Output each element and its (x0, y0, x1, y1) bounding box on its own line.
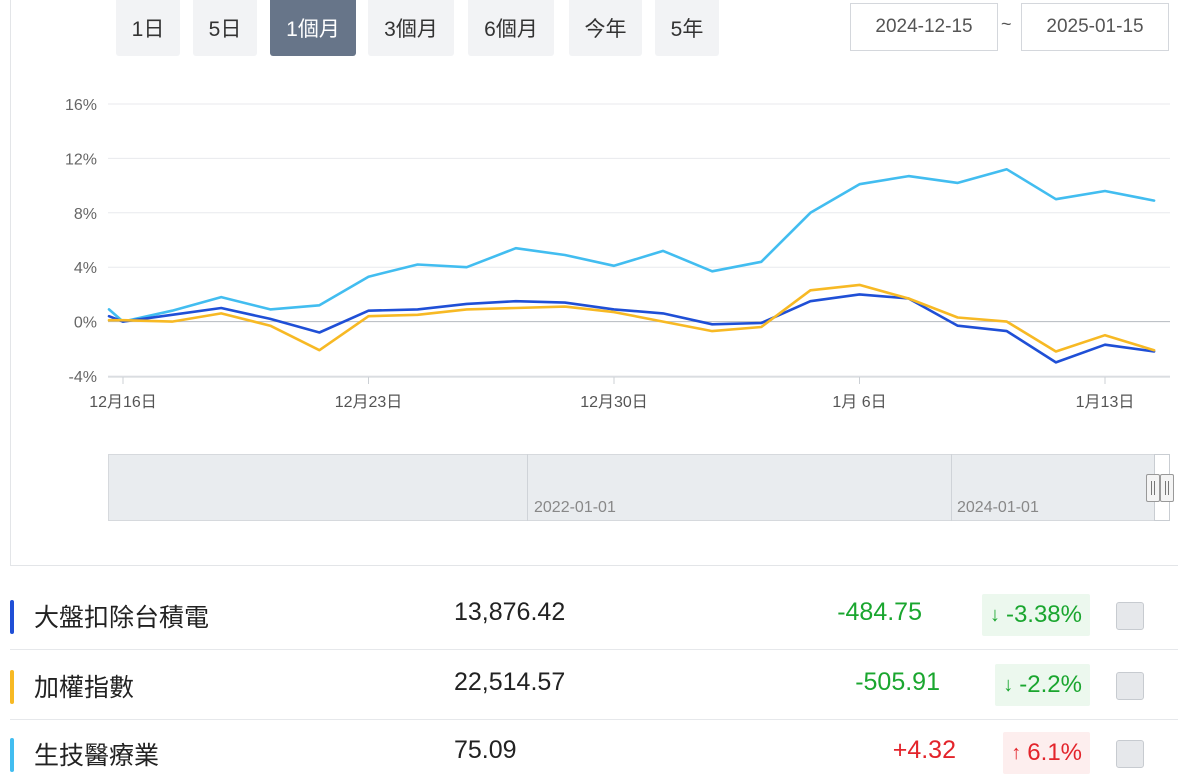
x-tick-label: 12月23日 (335, 394, 403, 411)
x-tick-label: 12月30日 (580, 394, 648, 411)
range-navigator[interactable]: 2022-01-01 2024-01-01 (108, 454, 1174, 521)
index-pct: 6.1% (1027, 739, 1082, 766)
series-toggle-checkbox[interactable] (1116, 672, 1144, 700)
series-color-bar (10, 600, 14, 634)
y-tick-label: 12% (65, 151, 97, 168)
y-tick-label: 4% (74, 260, 97, 277)
navigator-label: 2024-01-01 (957, 499, 1039, 516)
series-line-0 (107, 168, 1156, 323)
x-tick-label: 1月 6日 (832, 394, 886, 411)
index-change: -484.75 (837, 598, 922, 626)
y-tick-label: 16% (65, 97, 97, 114)
x-tick-label: 1月13日 (1076, 394, 1135, 411)
index-pct: -2.2% (1019, 671, 1082, 698)
navigator-label: 2022-01-01 (534, 499, 616, 516)
series-color-bar (10, 670, 14, 704)
index-row-taiex: 加權指數 22,514.57 -505.91 ↓ -2.2% (10, 650, 1178, 720)
index-pct-badge: ↓ -2.2% (995, 664, 1090, 706)
y-tick-label: -4% (69, 369, 97, 386)
index-row-taiex-ex-tsmc: 大盤扣除台積電 13,876.42 -484.75 ↓ -3.38% (10, 580, 1178, 650)
series-line-1 (107, 293, 1156, 364)
arrow-down-icon: ↓ (1003, 673, 1014, 696)
y-tick-label: 0% (74, 315, 97, 332)
index-pct: -3.38% (1005, 601, 1082, 628)
series-toggle-checkbox[interactable] (1116, 740, 1144, 768)
line-chart: 16% 12% 8% 4% 0% -4% 12月16日 12月23日 12月30日 1月 6日 1月… (65, 97, 1170, 411)
index-pct-badge: ↓ -3.38% (981, 594, 1090, 636)
index-row-biotech: 生技醫療業 75.09 +4.32 ↑ 6.1% (10, 718, 1178, 779)
index-change: -505.91 (855, 668, 940, 696)
navigator-divider (527, 454, 528, 521)
index-name: 加權指數 (34, 674, 135, 702)
index-name: 生技醫療業 (34, 742, 160, 770)
index-name: 大盤扣除台積電 (34, 604, 210, 632)
series-toggle-checkbox[interactable] (1116, 602, 1144, 630)
index-value: 22,514.57 (454, 668, 566, 696)
index-value: 13,876.42 (454, 598, 566, 626)
arrow-up-icon: ↑ (1011, 741, 1022, 764)
index-value: 75.09 (454, 736, 517, 764)
y-tick-label: 8% (74, 206, 97, 223)
arrow-down-icon: ↓ (989, 603, 1000, 626)
index-change: +4.32 (892, 736, 956, 764)
navigator-left-handle[interactable] (1146, 474, 1160, 502)
navigator-right-handle[interactable] (1160, 474, 1174, 502)
navigator-divider (951, 454, 952, 521)
x-tick-label: 12月16日 (89, 394, 157, 411)
index-pct-badge: ↑ 6.1% (1003, 732, 1090, 774)
series-color-bar (10, 738, 14, 772)
